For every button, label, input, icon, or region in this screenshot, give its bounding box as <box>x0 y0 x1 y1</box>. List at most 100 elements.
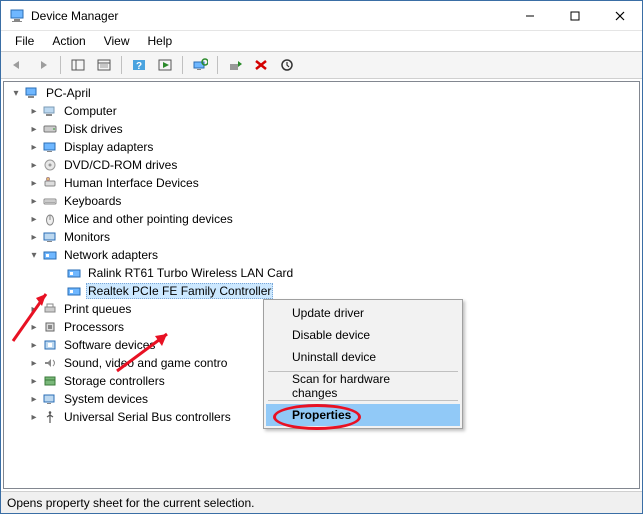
ctx-separator <box>268 400 458 401</box>
collapse-icon[interactable]: ▸ <box>28 196 40 207</box>
mouse-icon <box>42 211 58 227</box>
software-icon <box>42 337 58 353</box>
disable-button[interactable] <box>275 54 299 76</box>
window-title: Device Manager <box>31 9 118 23</box>
collapse-icon[interactable]: ▸ <box>28 376 40 387</box>
forward-button[interactable] <box>31 54 55 76</box>
back-button[interactable] <box>5 54 29 76</box>
toolbar-sep <box>60 56 61 74</box>
collapse-icon[interactable]: ▸ <box>28 412 40 423</box>
tree-label: Sound, video and game contro <box>62 356 229 370</box>
collapse-icon[interactable]: ▸ <box>28 106 40 117</box>
hid-icon <box>42 175 58 191</box>
minimize-button[interactable] <box>507 1 552 30</box>
ctx-uninstall-device[interactable]: Uninstall device <box>266 346 460 368</box>
network-adapter-icon <box>42 247 58 263</box>
svg-text:?: ? <box>136 61 142 72</box>
tree-item-mice[interactable]: ▸ Mice and other pointing devices <box>4 210 639 228</box>
printer-icon <box>42 301 58 317</box>
expand-icon[interactable]: ▾ <box>28 250 40 261</box>
tree-item-keyboards[interactable]: ▸ Keyboards <box>4 192 639 210</box>
tree-item-network-adapters[interactable]: ▾ Network adapters <box>4 246 639 264</box>
tree-label: Processors <box>62 320 126 334</box>
scan-hardware-button[interactable] <box>188 54 212 76</box>
disk-icon <box>42 121 58 137</box>
app-icon <box>9 8 25 24</box>
tree-root-label: PC-April <box>44 86 93 100</box>
ctx-disable-device[interactable]: Disable device <box>266 324 460 346</box>
collapse-icon[interactable]: ▸ <box>28 178 40 189</box>
cpu-icon <box>42 319 58 335</box>
show-hide-console-button[interactable] <box>66 54 90 76</box>
display-adapter-icon <box>42 139 58 155</box>
update-driver-button[interactable] <box>223 54 247 76</box>
collapse-icon[interactable]: ▸ <box>28 142 40 153</box>
uninstall-button[interactable] <box>249 54 273 76</box>
tree-item-hid[interactable]: ▸ Human Interface Devices <box>4 174 639 192</box>
tree-label: Disk drives <box>62 122 125 136</box>
storage-controller-icon <box>42 373 58 389</box>
collapse-icon[interactable]: ▸ <box>28 358 40 369</box>
menubar: File Action View Help <box>1 31 642 51</box>
context-menu: Update driver Disable device Uninstall d… <box>263 299 463 429</box>
sound-icon <box>42 355 58 371</box>
ctx-scan-hardware[interactable]: Scan for hardware changes <box>266 375 460 397</box>
tree-label: Computer <box>62 104 119 118</box>
collapse-icon[interactable]: ▸ <box>28 394 40 405</box>
tree-item-display-adapters[interactable]: ▸ Display adapters <box>4 138 639 156</box>
menu-action[interactable]: Action <box>44 32 93 50</box>
collapse-icon[interactable]: ▸ <box>28 232 40 243</box>
toolbar-sep <box>121 56 122 74</box>
tree-label: Mice and other pointing devices <box>62 212 235 226</box>
tree-label: Display adapters <box>62 140 155 154</box>
help-toolbar-button[interactable]: ? <box>127 54 151 76</box>
menu-view[interactable]: View <box>96 32 138 50</box>
tree-label: Ralink RT61 Turbo Wireless LAN Card <box>86 266 295 280</box>
tree-label: Keyboards <box>62 194 123 208</box>
tree-item-realtek[interactable]: Realtek PCIe FE Family Controller <box>4 282 639 300</box>
tree-item-ralink[interactable]: Ralink RT61 Turbo Wireless LAN Card <box>4 264 639 282</box>
computer-icon <box>42 103 58 119</box>
tree-label: DVD/CD-ROM drives <box>62 158 179 172</box>
expand-icon[interactable]: ▾ <box>10 88 22 99</box>
statusbar-text: Opens property sheet for the current sel… <box>7 496 254 510</box>
keyboard-icon <box>42 193 58 209</box>
tree-item-computer[interactable]: ▸ Computer <box>4 102 639 120</box>
network-adapter-icon <box>66 265 82 281</box>
ctx-update-driver[interactable]: Update driver <box>266 302 460 324</box>
menu-help[interactable]: Help <box>140 32 181 50</box>
collapse-icon[interactable]: ▸ <box>28 340 40 351</box>
collapse-icon[interactable]: ▸ <box>28 214 40 225</box>
tree-label: Storage controllers <box>62 374 167 388</box>
tree-label: System devices <box>62 392 150 406</box>
tree-label: Network adapters <box>62 248 160 262</box>
tree-label: Human Interface Devices <box>62 176 201 190</box>
tree-item-dvd[interactable]: ▸ DVD/CD-ROM drives <box>4 156 639 174</box>
tree-label: Realtek PCIe FE Family Controller <box>86 283 273 299</box>
tree-item-monitors[interactable]: ▸Monitors <box>4 228 639 246</box>
tree-item-disk-drives[interactable]: ▸ Disk drives <box>4 120 639 138</box>
monitor-icon <box>42 229 58 245</box>
toolbar-sep <box>217 56 218 74</box>
tree-label: Print queues <box>62 302 133 316</box>
collapse-icon[interactable]: ▸ <box>28 160 40 171</box>
computer-icon <box>24 85 40 101</box>
statusbar: Opens property sheet for the current sel… <box>1 491 642 513</box>
tree-label: Software devices <box>62 338 157 352</box>
toolbar: ? <box>1 51 642 79</box>
menu-file[interactable]: File <box>7 32 42 50</box>
close-button[interactable] <box>597 1 642 30</box>
maximize-button[interactable] <box>552 1 597 30</box>
collapse-icon[interactable]: ▸ <box>28 124 40 135</box>
network-adapter-icon <box>66 283 82 299</box>
properties-toolbar-button[interactable] <box>92 54 116 76</box>
collapse-icon[interactable]: ▸ <box>28 304 40 315</box>
tree-root[interactable]: ▾ PC-April <box>4 84 639 102</box>
ctx-properties[interactable]: Properties <box>266 404 460 426</box>
toolbar-sep <box>182 56 183 74</box>
system-devices-icon <box>42 391 58 407</box>
tree-label: Universal Serial Bus controllers <box>62 410 233 424</box>
collapse-icon[interactable]: ▸ <box>28 322 40 333</box>
action-toolbar-button[interactable] <box>153 54 177 76</box>
content-frame: ▾ PC-April ▸ Computer ▸ Disk drives ▸ Displ… <box>1 79 642 491</box>
